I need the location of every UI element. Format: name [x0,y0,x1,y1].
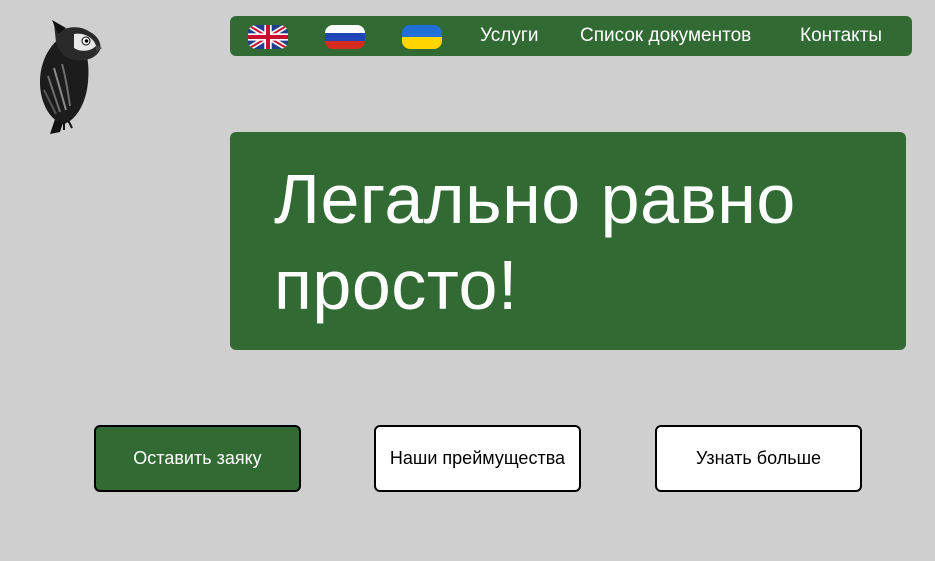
advantages-button[interactable]: Наши преймущества [374,425,581,492]
submit-request-button[interactable]: Оставить заяку [94,425,301,492]
hero-banner: Легально равно просто! [230,132,906,350]
nav-link-contacts[interactable]: Контакты [800,16,882,56]
hero-title: Легально равно просто! [274,160,796,324]
flag-russia-icon[interactable] [325,25,365,49]
learn-more-button[interactable]: Узнать больше [655,425,862,492]
flag-ukraine-icon[interactable] [402,25,442,49]
flag-uk-icon[interactable] [248,25,288,49]
nav-link-services[interactable]: Услуги [480,16,538,56]
owl-logo-icon[interactable] [30,16,110,136]
top-navbar: Услуги Список документов Контакты [230,16,912,56]
nav-link-document-list[interactable]: Список документов [580,16,751,56]
